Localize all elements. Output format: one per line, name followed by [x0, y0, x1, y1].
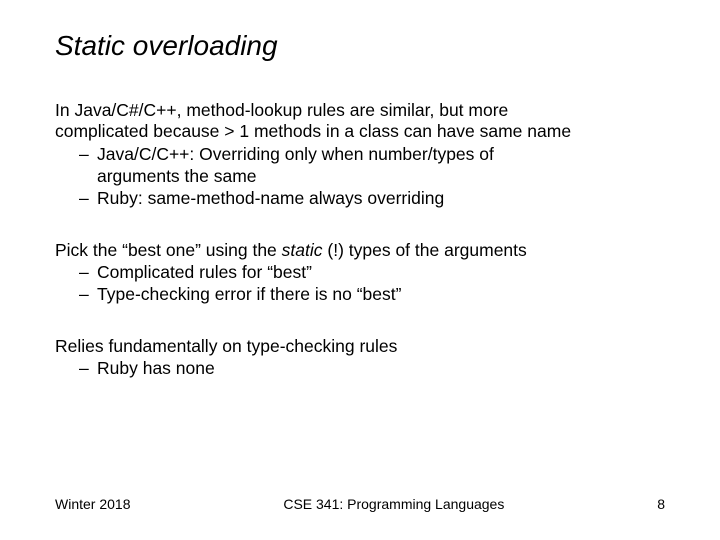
spacer [79, 166, 97, 187]
dash-icon: – [79, 284, 97, 305]
p1-bullet2-text: Ruby: same-method-name always overriding [97, 188, 444, 208]
p1-bullet1-text-a: Java/C/C++: Overriding only when number/… [97, 144, 494, 164]
p2-bullet2-text: Type-checking error if there is no “best… [97, 284, 401, 304]
paragraph-3: Relies fundamentally on type-checking ru… [55, 336, 665, 380]
footer-page-number: 8 [657, 496, 665, 512]
p2-bullet2: –Type-checking error if there is no “bes… [55, 284, 665, 305]
p1-bullet1-cont: arguments the same [55, 166, 665, 187]
p2-b: (!) types of the arguments [323, 240, 527, 260]
p2-line1: Pick the “best one” using the static (!)… [55, 240, 665, 261]
paragraph-2: Pick the “best one” using the static (!)… [55, 240, 665, 306]
p3-bullet1: –Ruby has none [55, 358, 665, 379]
dash-icon: – [79, 358, 97, 379]
p2-a: Pick the “best one” using the [55, 240, 282, 260]
dash-icon: – [79, 262, 97, 283]
p2-bullet1-text: Complicated rules for “best” [97, 262, 312, 282]
p3-line1: Relies fundamentally on type-checking ru… [55, 336, 665, 357]
slide: Static overloading In Java/C#/C++, metho… [0, 0, 720, 540]
footer-left: Winter 2018 [55, 496, 130, 512]
slide-body: In Java/C#/C++, method-lookup rules are … [55, 100, 665, 379]
p1-line2: complicated because > 1 methods in a cla… [55, 121, 665, 142]
p1-bullet1-text-b: arguments the same [97, 166, 257, 186]
slide-footer: Winter 2018 CSE 341: Programming Languag… [55, 496, 665, 512]
p1-line1: In Java/C#/C++, method-lookup rules are … [55, 100, 665, 121]
dash-icon: – [79, 188, 97, 209]
dash-icon: – [79, 144, 97, 165]
p2-bullet1: –Complicated rules for “best” [55, 262, 665, 283]
slide-title: Static overloading [55, 30, 665, 62]
p2-italic: static [282, 240, 323, 260]
p3-bullet1-text: Ruby has none [97, 358, 215, 378]
p1-bullet2: –Ruby: same-method-name always overridin… [55, 188, 665, 209]
p1-bullet1: –Java/C/C++: Overriding only when number… [55, 144, 665, 165]
paragraph-1: In Java/C#/C++, method-lookup rules are … [55, 100, 665, 210]
footer-center: CSE 341: Programming Languages [130, 496, 657, 512]
